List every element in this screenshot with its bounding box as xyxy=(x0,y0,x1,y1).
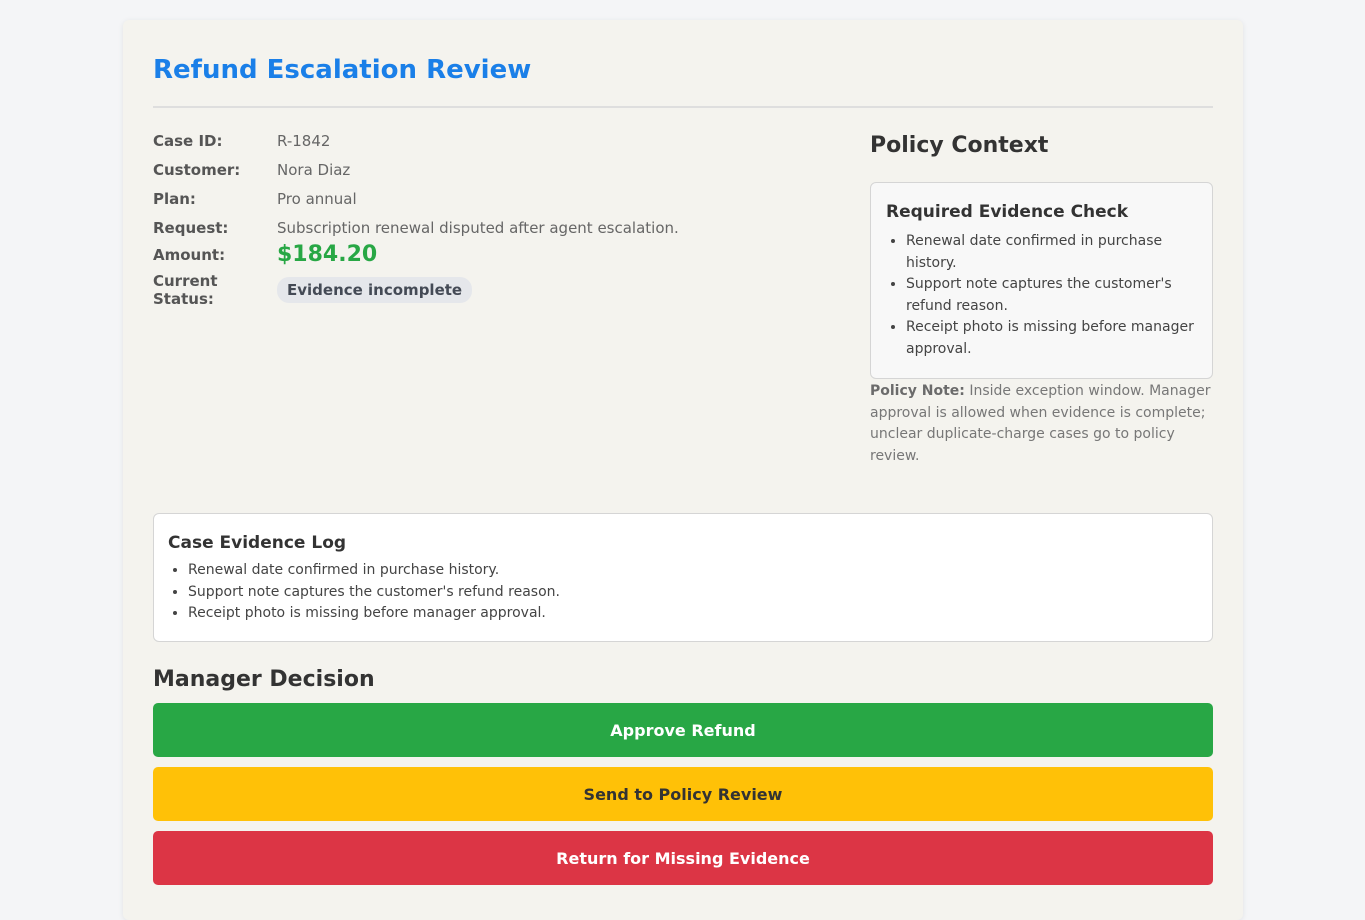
policy-context: Policy Context Required Evidence Check R… xyxy=(870,132,1213,467)
amount-value: $184.20 xyxy=(277,242,378,267)
policy-note: Policy Note: Inside exception window. Ma… xyxy=(870,381,1213,467)
customer-row: Customer: Nora Diaz xyxy=(153,161,833,179)
plan-row: Plan: Pro annual xyxy=(153,190,833,208)
required-evidence-box: Required Evidence Check Renewal date con… xyxy=(870,182,1213,379)
case-info: Case ID: R-1842 Customer: Nora Diaz Plan… xyxy=(153,132,833,467)
policy-note-label: Policy Note: xyxy=(870,383,965,399)
list-item: Support note captures the customer's ref… xyxy=(906,274,1198,317)
list-item: Support note captures the customer's ref… xyxy=(188,582,1198,604)
approve-refund-button[interactable]: Approve Refund xyxy=(153,703,1213,757)
top-section: Case ID: R-1842 Customer: Nora Diaz Plan… xyxy=(153,132,1213,467)
status-row: Current Status: Evidence incomplete xyxy=(153,272,833,308)
plan-value: Pro annual xyxy=(277,190,357,208)
list-item: Renewal date confirmed in purchase histo… xyxy=(906,231,1198,274)
amount-row: Amount: $184.20 xyxy=(153,242,833,267)
manager-decision-heading: Manager Decision xyxy=(153,667,375,692)
list-item: Receipt photo is missing before manager … xyxy=(188,603,1198,625)
list-item: Renewal date confirmed in purchase histo… xyxy=(188,560,1198,582)
status-label: Current Status: xyxy=(153,272,218,308)
policy-heading: Policy Context xyxy=(870,133,1049,158)
case-id-value: R-1842 xyxy=(277,132,331,150)
required-evidence-list: Renewal date confirmed in purchase histo… xyxy=(886,231,1198,360)
evidence-log-heading: Case Evidence Log xyxy=(168,533,347,553)
page-title: Refund Escalation Review xyxy=(153,20,1213,108)
status-badge: Evidence incomplete xyxy=(277,277,473,303)
customer-value: Nora Diaz xyxy=(277,161,351,179)
case-id-label: Case ID: xyxy=(153,132,223,150)
case-id-row: Case ID: R-1842 xyxy=(153,132,833,150)
request-label: Request: xyxy=(153,219,229,237)
case-evidence-log: Case Evidence Log Renewal date confirmed… xyxy=(153,513,1213,642)
return-for-missing-evidence-button[interactable]: Return for Missing Evidence xyxy=(153,831,1213,885)
required-evidence-heading: Required Evidence Check xyxy=(886,202,1129,222)
send-to-policy-review-button[interactable]: Send to Policy Review xyxy=(153,767,1213,821)
customer-label: Customer: xyxy=(153,161,241,179)
request-row: Request: Subscription renewal disputed a… xyxy=(153,219,833,237)
evidence-log-list: Renewal date confirmed in purchase histo… xyxy=(168,560,1198,625)
list-item: Receipt photo is missing before manager … xyxy=(906,317,1198,360)
plan-label: Plan: xyxy=(153,190,196,208)
amount-label: Amount: xyxy=(153,246,226,264)
request-value: Subscription renewal disputed after agen… xyxy=(277,219,679,237)
review-card: Refund Escalation Review Case ID: R-1842… xyxy=(123,20,1243,920)
